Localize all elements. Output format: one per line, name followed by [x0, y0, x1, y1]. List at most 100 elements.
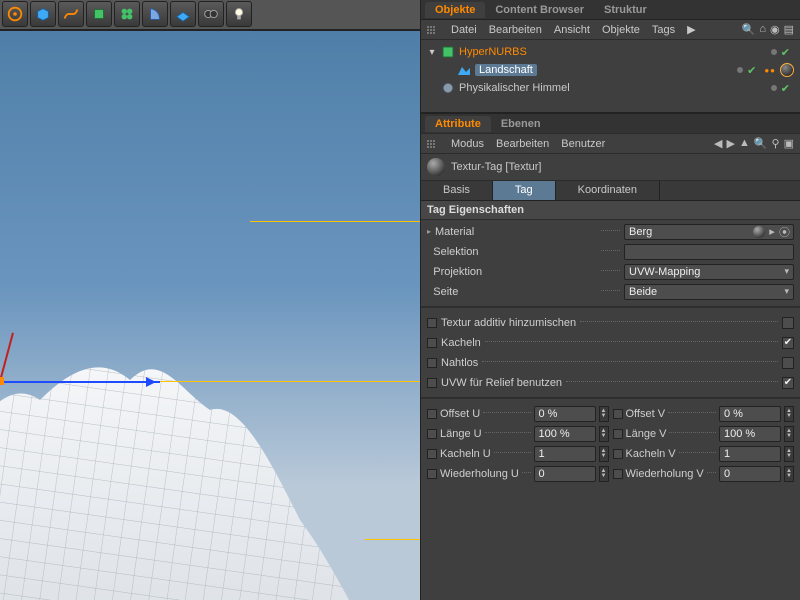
- tree-label[interactable]: Physikalischer Himmel: [459, 82, 599, 94]
- tab-attribute[interactable]: Attribute: [425, 116, 491, 132]
- relief-checkbox[interactable]: ✔: [782, 377, 794, 389]
- anim-checkbox[interactable]: [427, 429, 437, 439]
- spline-button[interactable]: [58, 1, 84, 27]
- new-window-icon[interactable]: ▣: [784, 137, 794, 150]
- projection-dropdown[interactable]: UVW-Mapping: [624, 264, 794, 280]
- menu-overflow-icon[interactable]: ▶: [687, 23, 695, 36]
- eye-icon[interactable]: ◉: [770, 23, 780, 36]
- offset-v-field[interactable]: 0 %: [719, 406, 781, 422]
- rep-v-field[interactable]: 0: [719, 466, 781, 482]
- label-additive: Textur additiv hinzumischen: [441, 317, 576, 329]
- object-tree[interactable]: ▾ HyperNURBS ✔ Landschaft ✔ ●● Physikali…: [421, 40, 800, 112]
- subtab-tag[interactable]: Tag: [493, 181, 556, 200]
- anim-checkbox[interactable]: [427, 358, 437, 368]
- spinner[interactable]: ▲▼: [599, 426, 609, 442]
- anim-checkbox[interactable]: [427, 338, 437, 348]
- spinner[interactable]: ▲▼: [599, 466, 609, 482]
- anim-checkbox[interactable]: [427, 318, 437, 328]
- spinner[interactable]: ▲▼: [784, 406, 794, 422]
- anim-checkbox[interactable]: [427, 449, 437, 459]
- anim-checkbox[interactable]: [613, 409, 623, 419]
- tab-objects[interactable]: Objekte: [425, 2, 485, 18]
- visibility-dot[interactable]: [771, 49, 777, 55]
- visibility-dot[interactable]: [737, 67, 743, 73]
- spinner[interactable]: ▲▼: [784, 446, 794, 462]
- deformer-button[interactable]: [142, 1, 168, 27]
- anim-checkbox[interactable]: [613, 429, 623, 439]
- axis-gizmo-origin[interactable]: [0, 377, 4, 385]
- tab-structure[interactable]: Struktur: [594, 2, 657, 18]
- menu-user[interactable]: Benutzer: [561, 138, 605, 150]
- anim-checkbox[interactable]: [427, 469, 437, 479]
- cube-primitive-button[interactable]: [30, 1, 56, 27]
- home-icon[interactable]: ⌂: [759, 23, 766, 36]
- menu-tags[interactable]: Tags: [652, 24, 675, 36]
- tab-layers[interactable]: Ebenen: [491, 116, 551, 132]
- viewport[interactable]: [0, 30, 420, 600]
- menu-mode[interactable]: Modus: [451, 138, 484, 150]
- tree-row-landschaft[interactable]: Landschaft ✔ ●●: [427, 61, 794, 79]
- anim-checkbox[interactable]: [613, 469, 623, 479]
- length-v-field[interactable]: 100 %: [719, 426, 781, 442]
- menu-objects[interactable]: Objekte: [602, 24, 640, 36]
- nav-fwd-icon[interactable]: ▶: [726, 137, 734, 150]
- search-icon[interactable]: 🔍: [754, 137, 768, 150]
- menu-edit[interactable]: Bearbeiten: [496, 138, 549, 150]
- camera-button[interactable]: [198, 1, 224, 27]
- visibility-dot[interactable]: [771, 85, 777, 91]
- subtab-coords[interactable]: Koordinaten: [556, 181, 660, 200]
- label-rep-u: Wiederholung U: [440, 468, 519, 480]
- tree-row-hypernurbs[interactable]: ▾ HyperNURBS ✔: [427, 43, 794, 61]
- menu-file[interactable]: Datei: [451, 24, 477, 36]
- panel-drag-handle[interactable]: [427, 26, 437, 34]
- nurbs-button[interactable]: [86, 1, 112, 27]
- spinner[interactable]: ▲▼: [784, 466, 794, 482]
- tree-label[interactable]: HyperNURBS: [459, 46, 599, 58]
- spinner[interactable]: ▲▼: [599, 446, 609, 462]
- offset-u-field[interactable]: 0 %: [534, 406, 596, 422]
- nav-up-icon[interactable]: ▲: [739, 137, 750, 150]
- material-field[interactable]: Berg ▸ ⦿: [624, 224, 794, 240]
- selection-field[interactable]: [624, 244, 794, 260]
- array-button[interactable]: [114, 1, 140, 27]
- panel-drag-handle[interactable]: [427, 140, 437, 148]
- spinner[interactable]: ▲▼: [784, 426, 794, 442]
- enable-check-icon[interactable]: ✔: [781, 46, 790, 59]
- tile-checkbox[interactable]: ✔: [782, 337, 794, 349]
- anim-checkbox[interactable]: [427, 409, 437, 419]
- anim-checkbox[interactable]: [613, 449, 623, 459]
- nav-back-icon[interactable]: ◀: [714, 137, 722, 150]
- tile-u-field[interactable]: 1: [534, 446, 596, 462]
- tab-content-browser[interactable]: Content Browser: [485, 2, 594, 18]
- menu-icon[interactable]: ▤: [784, 23, 794, 36]
- spinner[interactable]: ▲▼: [599, 406, 609, 422]
- expand-toggle[interactable]: ▾: [427, 47, 437, 58]
- additive-checkbox[interactable]: [782, 317, 794, 329]
- material-goto-icon[interactable]: ⦿: [779, 224, 789, 240]
- texture-tag-icon[interactable]: [780, 63, 794, 77]
- section-title: Tag Eigenschaften: [421, 201, 800, 220]
- tree-label[interactable]: Landschaft: [475, 64, 537, 76]
- menu-view[interactable]: Ansicht: [554, 24, 590, 36]
- floor-button[interactable]: [170, 1, 196, 27]
- lock-icon[interactable]: ⚲: [772, 137, 780, 150]
- tree-row-sky[interactable]: Physikalischer Himmel ✔: [427, 79, 794, 97]
- tile-v-field[interactable]: 1: [719, 446, 781, 462]
- render-settings-button[interactable]: [2, 1, 28, 27]
- seamless-checkbox[interactable]: [782, 357, 794, 369]
- material-picker-icon[interactable]: ▸: [767, 225, 777, 238]
- length-u-field[interactable]: 100 %: [534, 426, 596, 442]
- rep-u-field[interactable]: 0: [534, 466, 596, 482]
- disclosure-icon[interactable]: ▸: [427, 227, 431, 236]
- anim-checkbox[interactable]: [427, 378, 437, 388]
- enable-check-icon[interactable]: ✔: [747, 64, 756, 77]
- light-button[interactable]: [226, 1, 252, 27]
- material-preview-icon[interactable]: [753, 226, 765, 238]
- label-relief: UVW für Relief benutzen: [441, 377, 562, 389]
- search-icon[interactable]: 🔍: [742, 23, 756, 36]
- axis-gizmo-x[interactable]: [0, 381, 160, 383]
- subtab-basis[interactable]: Basis: [421, 181, 493, 200]
- menu-edit[interactable]: Bearbeiten: [489, 24, 542, 36]
- side-dropdown[interactable]: Beide: [624, 284, 794, 300]
- enable-check-icon[interactable]: ✔: [781, 82, 790, 95]
